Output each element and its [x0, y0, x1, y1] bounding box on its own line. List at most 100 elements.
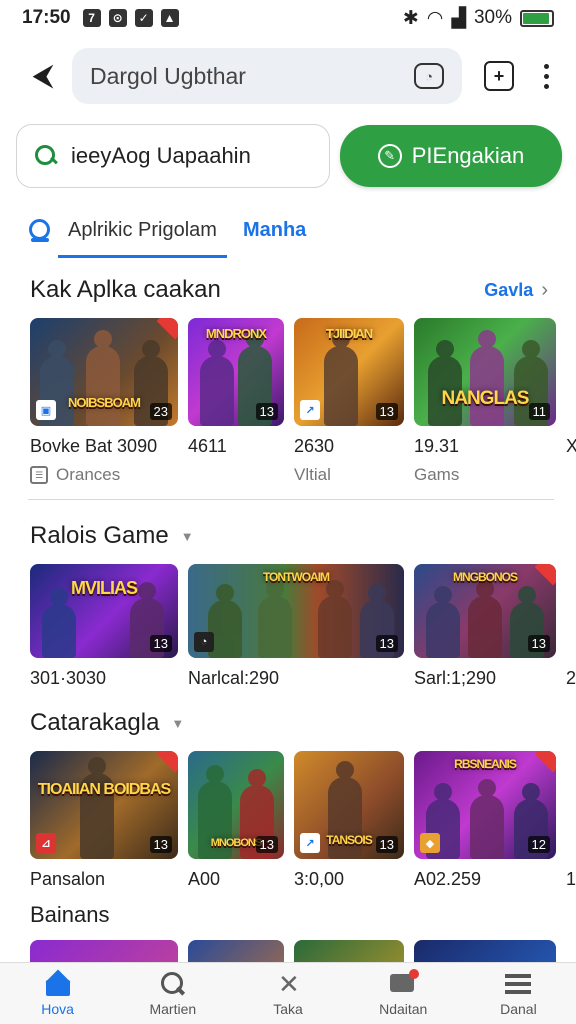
game-card[interactable]: MNGBONOS 13 Sarl:1;290 [414, 564, 556, 689]
thumbnail-art-title: MNGBONOS [453, 570, 518, 584]
section-divider [28, 499, 554, 500]
game-card[interactable]: MVILIAS 13 301·3030 [30, 564, 178, 689]
chevron-right-icon: › [541, 278, 548, 301]
nav-home[interactable]: Hova [0, 963, 115, 1024]
rating-badge: 13 [149, 635, 172, 652]
thumbnail-art-title: MNDRONX [205, 326, 267, 341]
nav-label: Martien [149, 1000, 197, 1017]
card-title: A02.259 [414, 869, 482, 889]
back-arrow-icon[interactable]: ⮜ [26, 59, 60, 93]
notification-icon: 7 [82, 9, 101, 27]
signal-icon: ▟ [451, 7, 466, 29]
search-icon [35, 145, 57, 167]
tag-icon: ☰ [30, 466, 48, 484]
game-card[interactable]: TIOAIIAN BOIDBAS ⊿ 13 Pansalon [30, 751, 178, 890]
card-subtitle-text: Orances [56, 465, 121, 484]
game-thumbnail: MNDRONX 13 [188, 318, 284, 426]
card-title: Bovke Bat 3090 [30, 436, 158, 456]
tab-bar: Aplrikic Prigolam Manha [0, 188, 576, 258]
tab-label: Manha [242, 218, 307, 241]
game-card-peek[interactable]: 2 [566, 564, 576, 689]
overflow-menu-icon[interactable] [536, 63, 556, 89]
card-title: 301·3030 [30, 668, 107, 688]
game-thumbnail: TONTWOAIM ◔ 13 [188, 564, 404, 658]
caret-down-icon[interactable]: ▼ [181, 529, 194, 544]
card-title: Narlcal:290 [188, 668, 280, 688]
url-bar[interactable]: Dargol Ugbthar ◔ [72, 48, 462, 104]
nav-tools[interactable]: Taka [230, 963, 345, 1024]
card-subtitle-text: Vltial [294, 465, 331, 484]
card-subtitle: ☰ Orances [30, 465, 178, 485]
status-bar: 17:50 7 ⊙ ✓ ▲ ✱ ◠ ▟ 30% [0, 0, 576, 36]
battery-fill [523, 12, 549, 24]
game-card[interactable]: RBSNEANIS ◆ 12 A02.259 [414, 751, 556, 890]
game-card-peek[interactable]: 1 [566, 751, 576, 890]
bottom-navigation: Hova Martien Taka Ndaitan Danal [0, 962, 576, 1024]
tab-manha[interactable]: Manha [243, 202, 306, 258]
card-title: 19.31 [414, 436, 460, 456]
battery-label: 30% [473, 7, 512, 28]
home-icon [44, 971, 72, 997]
app-badge-icon: ⊿ [36, 833, 56, 853]
lens-icon[interactable]: ◔ [414, 63, 444, 89]
thumbnail-art-title: TIOAIIAN BOIDBAS [37, 781, 171, 798]
section-more-link[interactable]: Gavla › [484, 279, 548, 302]
nav-menu[interactable]: Danal [461, 963, 576, 1024]
section-title: Ralois Game [30, 522, 169, 549]
game-card[interactable]: MNDRONX 13 4611 [188, 318, 284, 485]
game-thumbnail: TIOAIIAN BOIDBAS ⊿ 13 [30, 751, 178, 859]
status-right: ✱ ◠ ▟ 30% [403, 7, 554, 30]
section-header: Bainans [0, 890, 576, 940]
nav-label: Danal [500, 1000, 537, 1017]
card-title: 1 [566, 869, 576, 889]
section-link-label: Gavla [484, 279, 534, 300]
status-time: 17:50 [22, 7, 71, 28]
nav-messages[interactable]: Ndaitan [346, 963, 461, 1024]
game-card-peek[interactable]: X [566, 318, 576, 485]
game-thumbnail: TJIIDIAN ↗ 13 [294, 318, 404, 426]
rating-badge: 13 [149, 836, 172, 853]
rating-badge: 13 [255, 836, 278, 853]
app-badge-icon: ↗ [300, 833, 320, 853]
thumbnail-art-title: TJIIDIAN [325, 326, 373, 341]
section-title: Catarakagla [30, 709, 160, 736]
game-thumbnail: MNOBONS 13 [188, 751, 284, 859]
search-button[interactable]: ✎ PIEngakian [340, 125, 562, 187]
card-title: Pansalon [30, 869, 106, 889]
game-thumbnail: MNGBONOS 13 [414, 564, 556, 658]
wifi-icon: ◠ [426, 7, 444, 29]
app-badge-icon: ◆ [420, 833, 440, 853]
app-badge-icon: ↗ [300, 400, 320, 420]
search-icon [159, 971, 187, 997]
card-title: 2630 [294, 436, 335, 456]
caret-down-icon[interactable]: ▼ [171, 716, 184, 731]
game-thumbnail: NANGLAS 11 [414, 318, 556, 426]
app-badge-icon: ▣ [36, 400, 56, 420]
status-notification-icons: 7 ⊙ ✓ ▲ [82, 9, 179, 27]
card-row: TIOAIIAN BOIDBAS ⊿ 13 Pansalon MNOBONS 1… [0, 751, 576, 890]
tab-label: Aplrikic Prigolam [68, 218, 217, 241]
section-header: Catarakagla ▼ [0, 695, 576, 751]
edit-icon: ✎ [377, 144, 402, 168]
tab-switcher-icon[interactable]: + [484, 61, 514, 91]
rating-badge: 13 [255, 403, 278, 420]
search-input[interactable]: ieeyAog Uapaahin [16, 124, 330, 188]
rating-badge: 13 [375, 403, 398, 420]
game-card[interactable]: TJIIDIAN ↗ 13 2630 Vltial [294, 318, 404, 485]
game-card[interactable]: NANGLAS 11 19.31 Gams [414, 318, 556, 485]
card-title: Sarl:1;290 [414, 668, 497, 688]
thumbnail-art-title: TONTWOAIM [262, 570, 330, 584]
thumbnail-art-title: MVILIAS [70, 578, 138, 598]
notification-icon: ✓ [134, 9, 153, 27]
game-card[interactable]: NOIBSBOAM ▣ 23 Bovke Bat 3090 ☰ Orances [30, 318, 178, 485]
nav-search[interactable]: Martien [115, 963, 230, 1024]
rating-badge: 13 [375, 635, 398, 652]
nav-label: Ndaitan [379, 1000, 428, 1017]
tab-apps[interactable]: Aplrikic Prigolam [28, 202, 227, 258]
game-card[interactable]: MNOBONS 13 A00 [188, 751, 284, 890]
badge-corner [156, 751, 178, 773]
search-button-label: PIEngakian [411, 143, 525, 168]
game-thumbnail: RBSNEANIS ◆ 12 [414, 751, 556, 859]
game-card[interactable]: TANSOIS ↗ 13 3:0,00 [294, 751, 404, 890]
game-card[interactable]: TONTWOAIM ◔ 13 Narlcal:290 [188, 564, 404, 689]
